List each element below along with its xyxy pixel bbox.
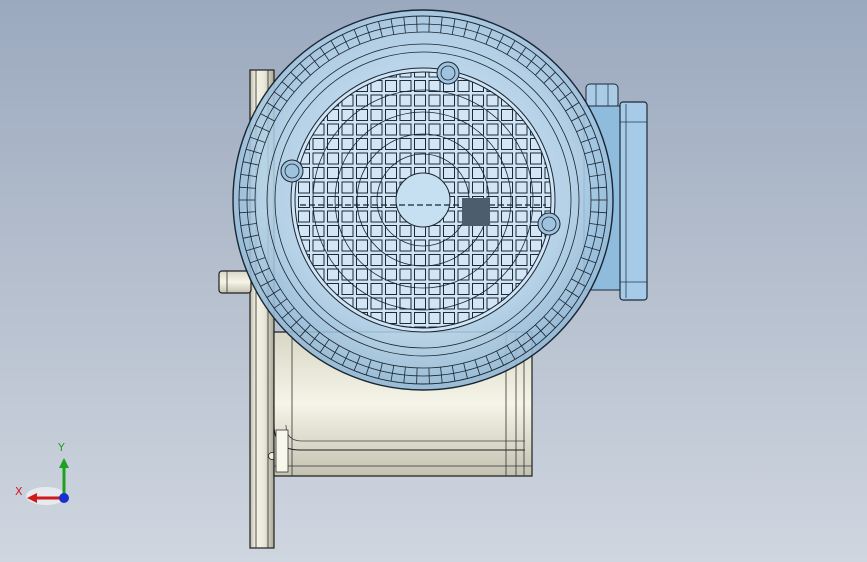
z-axis-dot <box>59 493 69 503</box>
x-axis-label: X <box>15 485 23 498</box>
shaft-stub <box>218 270 252 294</box>
rim-tick <box>428 367 430 384</box>
model-canvas[interactable] <box>0 0 867 562</box>
rim-tick <box>416 16 418 33</box>
rim-tick <box>416 367 418 384</box>
rim-tick <box>428 16 430 33</box>
screw-right <box>537 212 561 236</box>
y-axis-label: Y <box>58 441 65 454</box>
motor-fan-cover <box>232 9 614 391</box>
y-axis-head <box>59 458 69 468</box>
screw-left <box>280 159 304 183</box>
coordinate-triad <box>26 458 69 505</box>
screw-top <box>436 61 460 85</box>
cad-viewport[interactable]: X Y <box>0 0 867 562</box>
